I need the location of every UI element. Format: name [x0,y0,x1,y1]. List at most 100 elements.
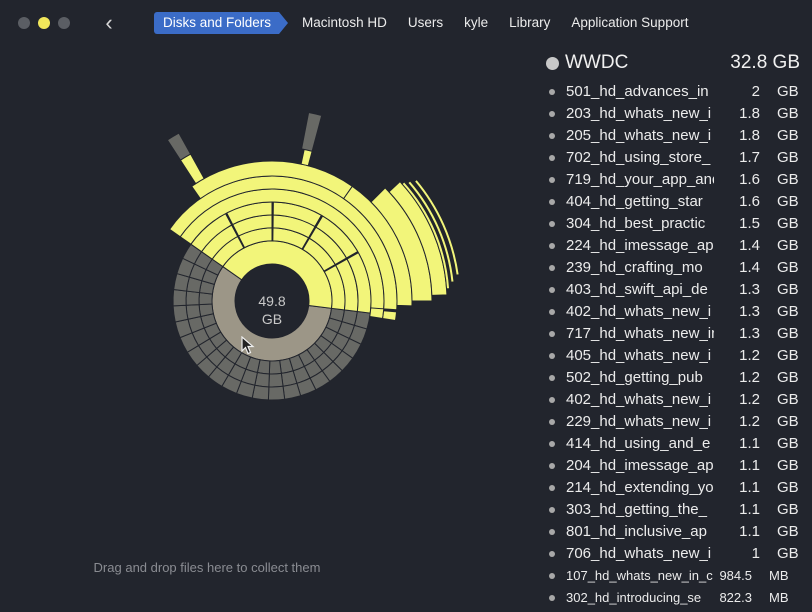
sunburst-segment-selected[interactable] [179,153,205,185]
sunburst-segment-selected[interactable] [382,310,398,322]
breadcrumb-kyle[interactable]: kyle [454,12,499,34]
item-size: 1.6 [739,193,760,210]
breadcrumb-disks-and-folders[interactable]: Disks and Folders [154,12,289,34]
sunburst-segment-other[interactable] [282,382,302,400]
folder-color-dot-icon [546,57,559,70]
sunburst-segment-other[interactable] [300,111,323,152]
list-item[interactable]: 405_hd_whats_new_i 1.2 GB [540,345,812,367]
item-unit: GB [777,457,799,474]
sunburst-chart[interactable] [0,46,540,612]
breadcrumb-application-support[interactable]: Application Support [561,12,699,34]
item-size: 1.8 [739,127,760,144]
list-item[interactable]: 801_hd_inclusive_ap 1.1 GB [540,521,812,543]
sunburst-segment-other[interactable] [172,289,188,307]
drop-zone-hint: Drag and drop files here to collect them [93,560,321,575]
item-size: 1.3 [739,303,760,320]
list-item[interactable]: 414_hd_using_and_e 1.1 GB [540,433,812,455]
breadcrumb-library[interactable]: Library [499,12,561,34]
item-unit: GB [777,523,799,540]
sunburst-center-label[interactable]: 49.8 GB [222,292,322,328]
item-name: 204_hd_imessage_ap [566,457,714,474]
list-item[interactable]: 205_hd_whats_new_i 1.8 GB [540,125,812,147]
item-size: 984.5 [719,568,752,583]
center-size-unit: GB [261,311,283,327]
item-unit: GB [777,325,799,342]
sunburst-segment-other[interactable] [185,290,201,306]
list-item[interactable]: 719_hd_your_app_and 1.6 GB [540,169,812,191]
list-item[interactable]: 501_hd_advances_in 2 GB [540,81,812,103]
item-name: 224_hd_imessage_ap [566,237,714,254]
sunburst-segment-selected[interactable] [369,307,385,320]
list-item[interactable]: 502_hd_getting_pub 1.2 GB [540,367,812,389]
sunburst-segment-selected[interactable] [300,148,313,167]
item-name: 214_hd_extending_yo [566,479,714,496]
item-size: 2 [751,83,760,100]
list-item[interactable]: 224_hd_imessage_ap 1.4 GB [540,235,812,257]
list-item[interactable]: 203_hd_whats_new_i 1.8 GB [540,103,812,125]
list-item[interactable]: 302_hd_introducing_se 822.3 MB [540,587,812,609]
item-bullet-icon [549,463,555,469]
item-bullet-icon [549,353,555,359]
sunburst-segment-other[interactable] [267,385,286,401]
item-bullet-icon [549,221,555,227]
list-item[interactable]: 303_hd_getting_the_ 1.1 GB [540,499,812,521]
list-item[interactable]: 304_hd_best_practic 1.5 GB [540,213,812,235]
list-item[interactable]: 706_hd_whats_new_i 1 GB [540,543,812,565]
item-unit: MB [769,590,789,605]
item-size: 1.2 [739,369,760,386]
item-unit: GB [777,193,799,210]
folder-contents-panel: WWDC 32.8 GB 501_hd_advances_in 2 GB 203_hd… [540,46,812,612]
minimize-window-button[interactable] [38,17,50,29]
list-item[interactable]: 239_hd_crafting_mo 1.4 GB [540,257,812,279]
sunburst-divider[interactable] [271,201,274,242]
list-item[interactable]: 403_hd_swift_api_de 1.3 GB [540,279,812,301]
item-unit: GB [777,83,799,100]
item-unit: MB [769,568,789,583]
list-item[interactable]: 402_hd_whats_new_i 1.2 GB [540,389,812,411]
item-unit: GB [777,281,799,298]
list-item[interactable]: 214_hd_extending_yo 1.1 GB [540,477,812,499]
item-name: 501_hd_advances_in [566,83,709,100]
item-name: 107_hd_whats_new_in_c [566,568,713,583]
sunburst-segment-other[interactable] [268,359,282,375]
item-size: 1.3 [739,325,760,342]
breadcrumb-users[interactable]: Users [398,12,454,34]
back-chevron-icon[interactable]: ‹ [100,10,118,36]
list-item[interactable]: 107_hd_whats_new_in_c 984.5 MB [540,565,812,587]
item-bullet-icon [549,485,555,491]
item-unit: GB [777,369,799,386]
item-name: 402_hd_whats_new_i [566,391,712,408]
selected-folder-size: 32.8 GB [730,52,800,73]
sunburst-segment-other[interactable] [166,132,192,161]
item-size: 1.1 [739,501,760,518]
item-name: 303_hd_getting_the_ [566,501,707,518]
item-size: 1.1 [739,479,760,496]
mouse-pointer-icon [241,336,255,355]
item-size: 1 [751,545,760,562]
item-unit: GB [777,435,799,452]
breadcrumb-macintosh-hd[interactable]: Macintosh HD [292,12,398,34]
item-bullet-icon [549,309,555,315]
selected-folder-header[interactable]: WWDC 32.8 GB [540,50,812,78]
sunburst-segment-other[interactable] [198,292,213,306]
list-item[interactable]: 717_hd_whats_new_in 1.3 GB [540,323,812,345]
item-size: 1.3 [739,281,760,298]
list-item[interactable]: 404_hd_getting_star 1.6 GB [540,191,812,213]
list-item[interactable]: 702_hd_using_store_ 1.7 GB [540,147,812,169]
sunburst-segment-other[interactable] [268,372,284,388]
zoom-window-button[interactable] [58,17,70,29]
item-bullet-icon [549,177,555,183]
list-item[interactable]: 402_hd_whats_new_i 1.3 GB [540,301,812,323]
item-unit: GB [777,391,799,408]
sunburst-segment-other[interactable] [198,303,214,318]
sunburst-segment-other[interactable] [172,304,189,323]
sunburst-segment-other[interactable] [185,304,202,320]
item-unit: GB [777,105,799,122]
item-name: 702_hd_using_store_ [566,149,711,166]
item-name: 205_hd_whats_new_i [566,127,712,144]
list-item[interactable]: 229_hd_whats_new_i 1.2 GB [540,411,812,433]
close-window-button[interactable] [18,17,30,29]
item-bullet-icon [549,551,555,557]
list-item[interactable]: 204_hd_imessage_ap 1.1 GB [540,455,812,477]
item-bullet-icon [549,89,555,95]
